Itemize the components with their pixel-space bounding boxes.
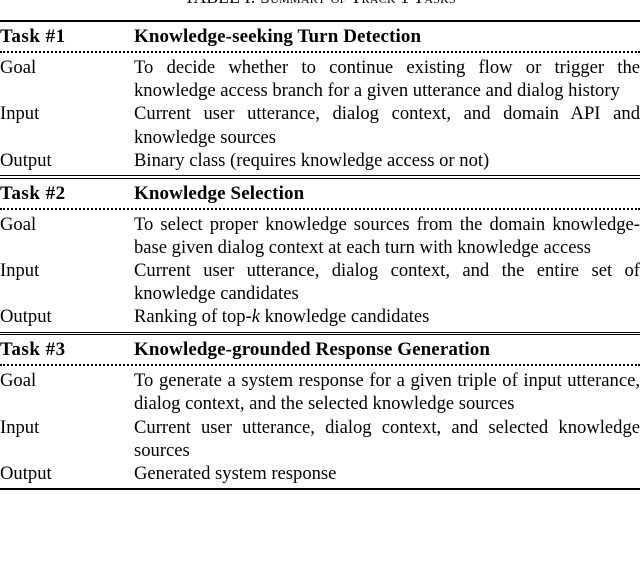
table-bottom-rule: [0, 488, 640, 491]
field-value-output: Generated system response: [134, 463, 337, 485]
table-caption: TABLE I: Summary of Track 1 Tasks: [0, 0, 640, 8]
table-row-goal: Goal To decide whether to continue exist…: [0, 53, 640, 102]
table-container: Task #1 Knowledge-seeking Turn Detection…: [0, 20, 640, 491]
track-tasks-table: Task #1 Knowledge-seeking Turn Detection…: [0, 20, 640, 491]
field-label-input: Input: [0, 416, 40, 438]
task-title: Knowledge-seeking Turn Detection: [134, 26, 422, 47]
field-value-input: Current user utterance, dialog context, …: [134, 103, 640, 148]
field-value-goal: To generate a system response for a give…: [134, 370, 640, 415]
table-row-goal: Goal To select proper knowledge sources …: [0, 210, 640, 259]
field-label-goal: Goal: [0, 213, 37, 235]
task-header-row: Task #1 Knowledge-seeking Turn Detection: [0, 22, 640, 51]
field-value-input: Current user utterance, dialog context, …: [134, 416, 640, 461]
table-row-output: Output Binary class (requires knowledge …: [0, 149, 640, 175]
table-row-goal: Goal To generate a system response for a…: [0, 366, 640, 415]
table-row-input: Input Current user utterance, dialog con…: [0, 259, 640, 305]
task-id: Task #1: [0, 26, 66, 47]
output-text-suffix: knowledge candidates: [260, 306, 430, 328]
table-row-output: Output Generated system response: [0, 462, 640, 488]
field-label-goal: Goal: [0, 57, 37, 78]
rule-thick: [0, 488, 640, 491]
table-row-input: Input Current user utterance, dialog con…: [0, 102, 640, 148]
field-value-goal: To select proper knowledge sources from …: [134, 213, 640, 258]
field-label-output: Output: [0, 463, 52, 485]
task-id: Task #3: [0, 339, 66, 361]
field-value-input: Current user utterance, dialog context, …: [134, 260, 640, 305]
output-symbol-k: k: [251, 306, 261, 328]
table-row-input: Input Current user utterance, dialog con…: [0, 416, 640, 462]
field-label-output: Output: [0, 306, 52, 328]
task-title: Knowledge Selection: [134, 182, 305, 204]
field-value-output: Ranking of top-k knowledge candidates: [134, 305, 640, 331]
field-label-input: Input: [0, 260, 40, 282]
paper-table-figure: TABLE I: Summary of Track 1 Tasks Task #…: [0, 0, 640, 567]
table-row-output: Output Ranking of top-k knowledge candid…: [0, 305, 640, 331]
task-header-row: Task #2 Knowledge Selection: [0, 179, 640, 208]
task-title: Knowledge-grounded Response Generation: [134, 339, 491, 361]
task-id: Task #2: [0, 182, 66, 204]
field-label-goal: Goal: [0, 370, 37, 392]
field-value-output: Binary class (requires knowledge access …: [134, 149, 490, 171]
field-label-output: Output: [0, 149, 52, 171]
task-header-row: Task #3 Knowledge-grounded Response Gene…: [0, 335, 640, 364]
field-label-input: Input: [0, 103, 40, 125]
field-value-goal: To decide whether to continue existing f…: [134, 57, 640, 102]
output-text-prefix: Ranking of top-: [134, 306, 252, 328]
